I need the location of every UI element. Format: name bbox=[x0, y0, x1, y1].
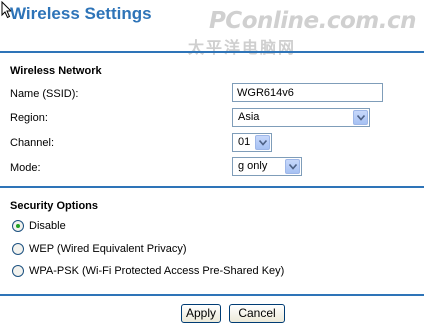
chevron-down-icon bbox=[357, 115, 365, 121]
apply-button[interactable]: Apply bbox=[181, 304, 221, 323]
wireless-network-heading: Wireless Network bbox=[10, 65, 102, 77]
mode-select[interactable]: g only bbox=[232, 157, 302, 176]
radio-selected-dot bbox=[16, 224, 20, 228]
mode-label: Mode: bbox=[10, 162, 41, 174]
mode-dropdown-button[interactable] bbox=[285, 159, 300, 174]
chevron-down-icon bbox=[289, 164, 297, 170]
channel-select[interactable]: 01 bbox=[232, 133, 272, 152]
cancel-button[interactable]: Cancel bbox=[229, 304, 285, 323]
page-title: Wireless Settings bbox=[10, 4, 152, 23]
wireless-settings-page: Wireless Settings PConline.com.cn 太平洋电脑网… bbox=[0, 0, 424, 329]
ssid-input[interactable] bbox=[232, 83, 383, 102]
watermark-brand: PConline.com.cn bbox=[208, 8, 417, 34]
channel-value: 01 bbox=[238, 136, 251, 148]
radio-button[interactable] bbox=[12, 265, 24, 277]
region-label: Region: bbox=[10, 112, 48, 124]
mode-value: g only bbox=[238, 160, 268, 172]
radio-button[interactable] bbox=[12, 243, 24, 255]
region-dropdown-button[interactable] bbox=[353, 110, 368, 125]
ssid-label: Name (SSID): bbox=[10, 88, 79, 100]
radio-button[interactable] bbox=[12, 220, 24, 232]
channel-label: Channel: bbox=[10, 137, 55, 149]
divider-bottom bbox=[0, 294, 424, 296]
channel-dropdown-button[interactable] bbox=[255, 135, 270, 150]
region-value: Asia bbox=[238, 111, 260, 123]
divider-top bbox=[0, 51, 424, 53]
region-select[interactable]: Asia bbox=[232, 108, 370, 127]
radio-label: WPA-PSK (Wi-Fi Protected Access Pre-Shar… bbox=[29, 265, 285, 277]
chevron-down-icon bbox=[259, 140, 267, 146]
divider-middle bbox=[0, 186, 424, 188]
radio-label: WEP (Wired Equivalent Privacy) bbox=[29, 243, 187, 255]
security-options-heading: Security Options bbox=[10, 200, 99, 212]
watermark-cn: 太平洋电脑网 bbox=[188, 38, 297, 57]
radio-label: Disable bbox=[29, 220, 66, 232]
